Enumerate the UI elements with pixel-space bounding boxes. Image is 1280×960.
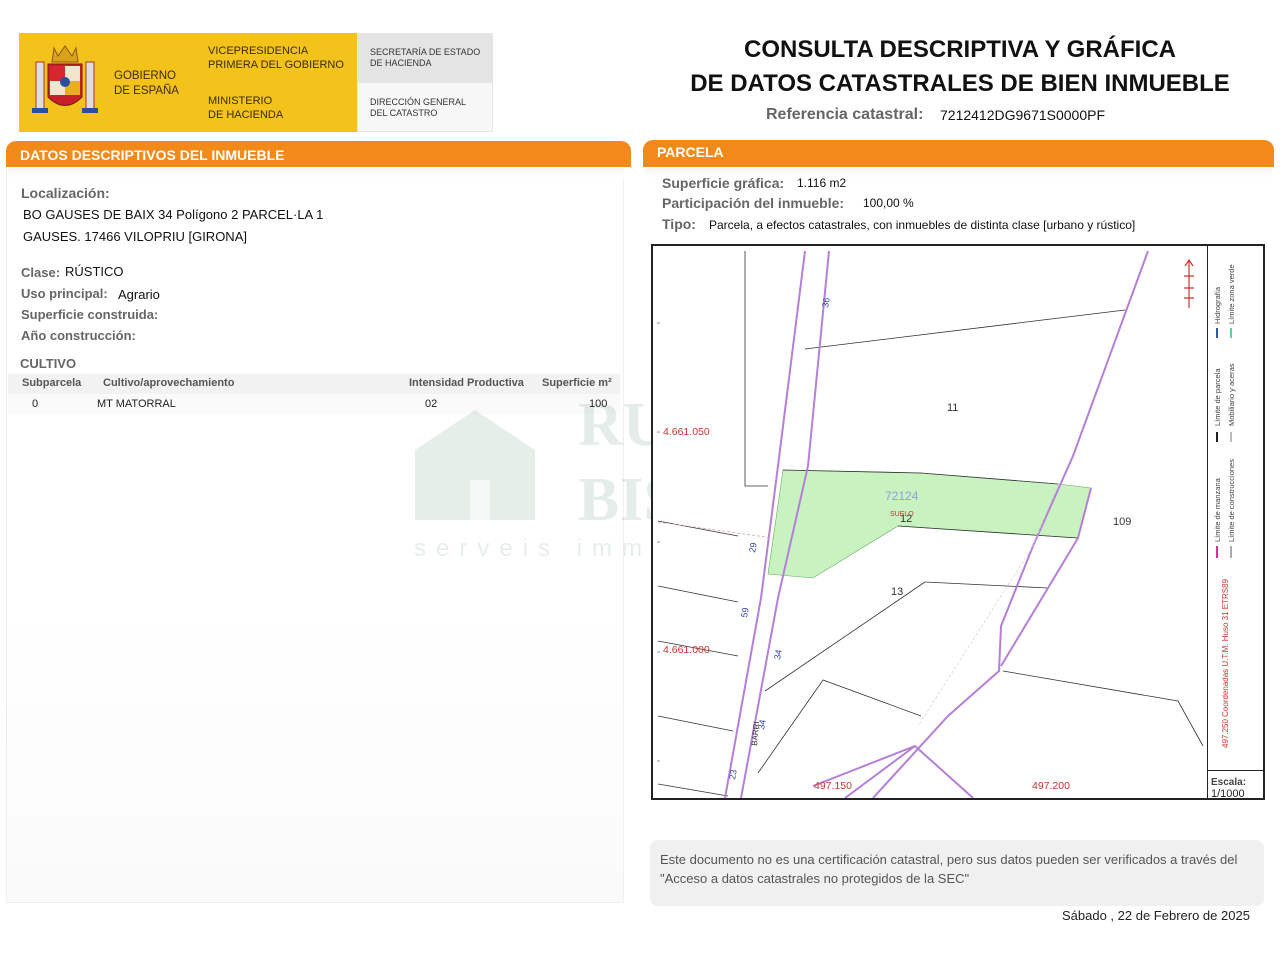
clase-value: RÚSTICO <box>65 264 124 279</box>
secretaria-text: SECRETARÍA DE ESTADO DE HACIENDA <box>370 47 481 68</box>
localizacion-line2: GAUSES. 17466 VILOPRIU [GIRONA] <box>23 229 247 244</box>
y-coord-1: 4.661.050 <box>663 426 710 438</box>
gobierno-text: GOBIERNO DE ESPAÑA <box>114 70 179 97</box>
x-coord-1: 497.150 <box>814 780 852 792</box>
legend-hidrografia: Hidrografía <box>1213 286 1222 324</box>
participacion-label: Participación del inmueble: <box>662 195 845 211</box>
x-coord-2: 497.200 <box>1032 780 1070 792</box>
col-superficie: Superficie m² <box>542 377 612 389</box>
direccion-text: DIRECCIÓN GENERAL DEL CATASTRO <box>370 97 467 118</box>
page-title: CONSULTA DESCRIPTIVA Y GRÁFICA DE DATOS … <box>690 36 1230 97</box>
parcel-label-11: 11 <box>947 402 958 414</box>
escala-label: Escala: <box>1211 777 1247 788</box>
disclaimer-notice: Este documento no es una certificación c… <box>650 840 1264 906</box>
cell-subparcela: 0 <box>32 398 39 410</box>
legend-limite-parcela: Límite de parcela <box>1213 368 1222 426</box>
coat-of-arms-icon <box>32 45 98 113</box>
barri-label: BARRI <box>750 721 761 746</box>
clase-label: Clase: <box>21 265 61 280</box>
escala-value: 1/1000 <box>1211 788 1245 800</box>
parcel-label-13: 13 <box>891 586 903 598</box>
tipo-label: Tipo: <box>662 216 696 232</box>
bar-shadow <box>8 167 624 179</box>
parcel-label-109: 109 <box>1113 516 1131 528</box>
superficie-construida-label: Superficie construida: <box>21 307 159 322</box>
legend-zona-verde: Límite zona verde <box>1227 264 1236 324</box>
map-legend: Hidrografía Límite zona verde Límite de … <box>1213 264 1236 748</box>
localizacion-line1: BO GAUSES DE BAIX 34 Polígono 2 PARCEL·L… <box>23 207 324 222</box>
map-drawing: 4.661.050 4.661.000 497.150 497.200 11 1… <box>657 250 1204 798</box>
uso-value: Agrario <box>118 287 160 302</box>
col-cultivo: Cultivo/aprovechamiento <box>103 377 235 389</box>
cell-superficie: 100 <box>589 398 608 410</box>
legend-limite-manzana: Límite de manzana <box>1213 477 1222 542</box>
tipo-value: Parcela, a efectos catastrales, con inmu… <box>709 218 1136 232</box>
ref-value: 7212412DG9671S0000PF <box>940 107 1106 123</box>
cultivo-table-header <box>8 374 620 394</box>
cultivo-title: CULTIVO <box>20 356 77 371</box>
north-arrow-icon <box>1184 258 1194 308</box>
scale-box: Escala: 1/1000 <box>1208 770 1263 800</box>
localizacion-label: Localización: <box>21 185 110 201</box>
parcel-sub: SUELO <box>890 511 914 518</box>
section-title-parcela: PARCELA <box>643 140 1274 167</box>
road-label-29: 29 <box>747 542 759 554</box>
y-coord-2: 4.661.000 <box>663 644 710 656</box>
superficie-grafica-label: Superficie gráfica: <box>662 175 785 191</box>
cell-cultivo: MT MATORRAL <box>97 398 176 410</box>
col-subparcela: Subparcela <box>22 377 82 389</box>
road-label-34a: 34 <box>772 649 784 661</box>
cell-intensidad: 02 <box>425 398 438 410</box>
vicepresidencia-text: VICEPRESIDENCIA PRIMERA DEL GOBIERNO <box>208 45 344 71</box>
road-label-36: 36 <box>820 297 832 309</box>
ref-label: Referencia catastral: <box>766 106 924 123</box>
legend-limite-construcciones: Límite de construcciones <box>1227 459 1236 542</box>
anio-construccion-label: Año construcción: <box>21 328 136 343</box>
road-label-23: 23 <box>727 769 739 781</box>
uso-label: Uso principal: <box>21 286 108 301</box>
legend-mobiliario: Mobiliario y aceras <box>1227 363 1236 426</box>
superficie-grafica-value: 1.116 m2 <box>797 176 847 190</box>
participacion-value: 100,00 % <box>863 196 914 210</box>
col-intensidad: Intensidad Productiva <box>409 377 524 389</box>
parcel-id: 72124 <box>885 489 919 503</box>
utm-label: 497.250 Coordenadas U.T.M. Huso 31 ETRS8… <box>1221 578 1230 748</box>
road-label-59: 59 <box>739 607 751 619</box>
section-title-descriptivos: DATOS DESCRIPTIVOS DEL INMUEBLE <box>6 141 631 167</box>
ministerio-text: MINISTERIO DE HACIENDA <box>208 95 284 121</box>
document-date: Sábado , 22 de Febrero de 2025 <box>1062 908 1250 923</box>
